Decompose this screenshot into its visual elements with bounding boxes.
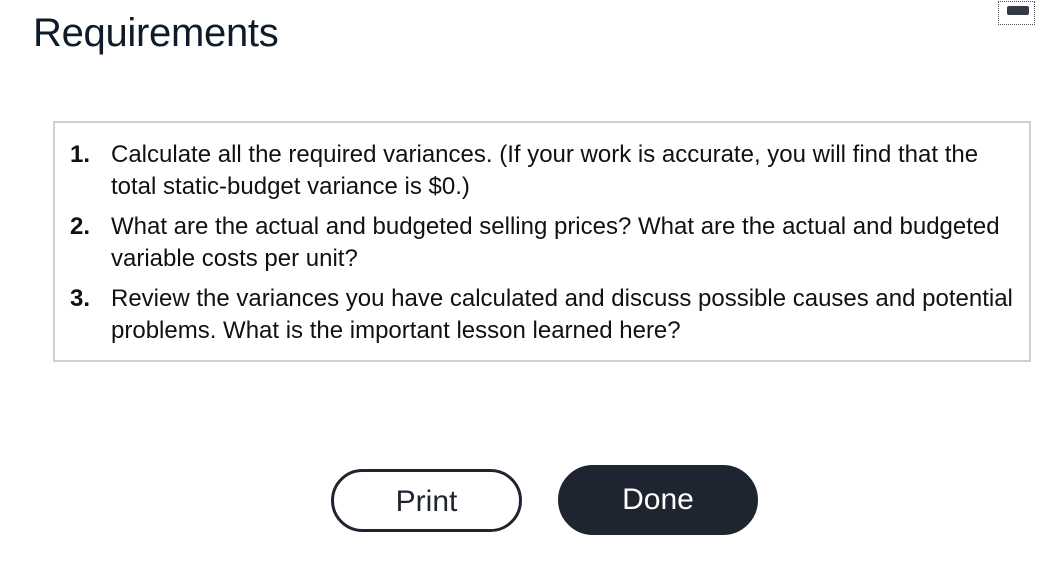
requirements-list: 1. Calculate all the required variances.… (70, 139, 1015, 355)
minimize-button[interactable] (998, 1, 1035, 25)
requirements-panel: 1. Calculate all the required variances.… (53, 121, 1031, 362)
minimize-icon (1007, 6, 1029, 15)
print-button[interactable]: Print (331, 469, 522, 532)
requirement-item-2: 2. What are the actual and budgeted sell… (70, 211, 1015, 275)
requirement-text: Calculate all the required variances. (I… (111, 141, 979, 200)
requirements-dialog: Requirements 1. Calculate all the requir… (0, 0, 1064, 572)
done-button[interactable]: Done (558, 465, 758, 535)
requirement-item-3: 3. Review the variances you have calcula… (70, 283, 1015, 347)
requirement-number: 3. (70, 285, 91, 312)
requirement-text: What are the actual and budgeted selling… (111, 213, 1000, 272)
requirement-number: 2. (70, 213, 91, 240)
requirement-number: 1. (70, 141, 91, 168)
requirement-text: Review the variances you have calculated… (111, 285, 1013, 344)
requirement-item-1: 1. Calculate all the required variances.… (70, 139, 1015, 203)
dialog-title: Requirements (33, 11, 279, 55)
